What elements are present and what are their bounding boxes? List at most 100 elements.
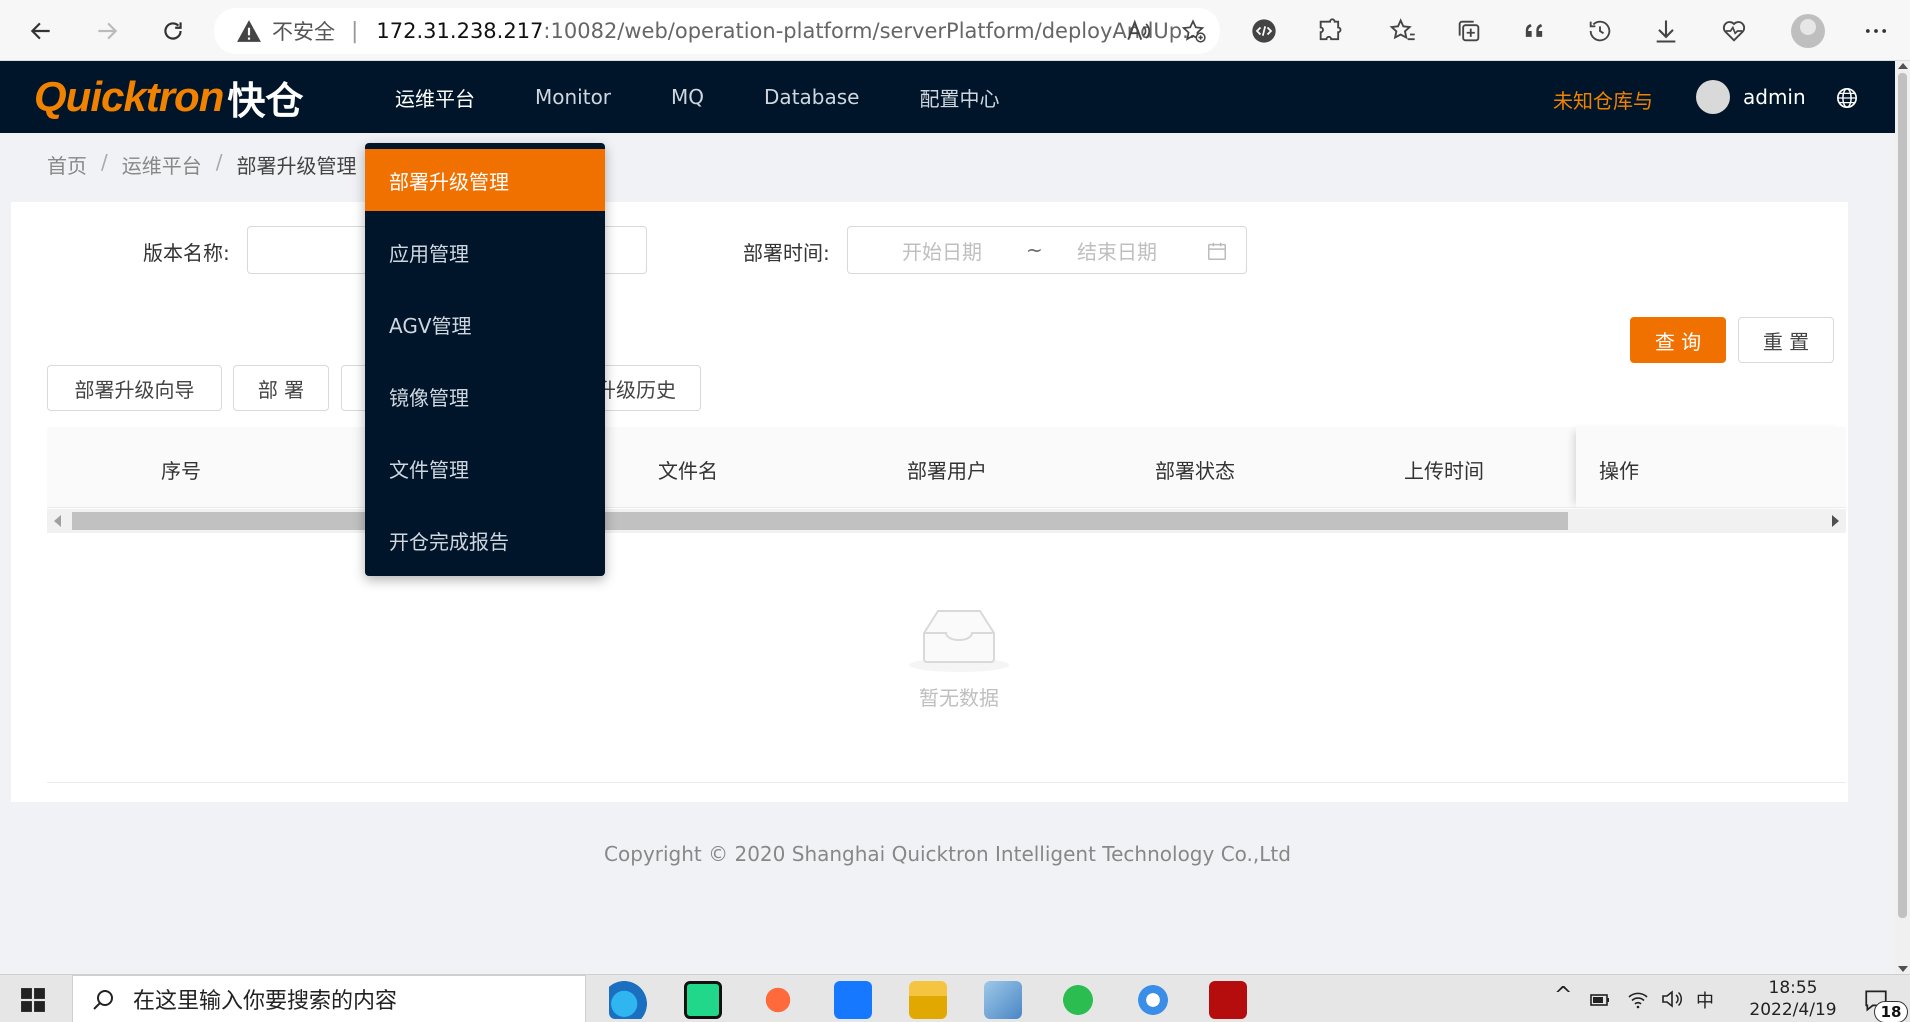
lark-icon[interactable] [834, 981, 872, 1019]
favorites-button[interactable] [1384, 12, 1422, 50]
read-aloud-button[interactable] [1121, 14, 1155, 48]
profile-avatar[interactable] [1791, 14, 1825, 48]
breadcrumb-separator: / [101, 150, 108, 174]
scroll-down-arrow[interactable] [1898, 966, 1908, 972]
taskbar-clock[interactable]: 18:55 2022/4/19 [1733, 977, 1853, 1021]
heartbeat-icon [1722, 21, 1746, 42]
quote-icon [1525, 24, 1543, 37]
fixed-column-header: 操作 [1576, 427, 1846, 508]
nav-config-center[interactable]: 配置中心 [919, 83, 999, 112]
warning-icon [237, 20, 261, 42]
page-scroll-thumb[interactable] [1898, 73, 1907, 918]
breadcrumb-home[interactable]: 首页 [47, 150, 87, 179]
username[interactable]: admin [1743, 85, 1806, 109]
performance-button[interactable] [1715, 12, 1753, 50]
windows-start-icon[interactable] [20, 987, 46, 1013]
copyright-text: Copyright © 2020 Shanghai Quicktron Inte… [604, 842, 1291, 866]
column-header-filename: 文件名 [658, 459, 718, 483]
notification-count-badge: 18 [1874, 1001, 1908, 1022]
wifi-icon[interactable] [1626, 987, 1650, 1011]
url-host: 172.31.238.217 [376, 19, 544, 43]
scroll-right-arrow[interactable] [1832, 515, 1839, 527]
scroll-left-arrow[interactable] [54, 515, 61, 527]
deploy-time-label: 部署时间: [743, 241, 830, 265]
collections-icon [1458, 20, 1480, 42]
taskbar-search-placeholder: 在这里输入你要搜索的内容 [133, 989, 398, 1014]
scroll-up-arrow[interactable] [1898, 63, 1908, 69]
green-app-icon[interactable] [1059, 981, 1097, 1019]
forward-button[interactable] [86, 10, 128, 52]
back-button[interactable] [20, 10, 62, 52]
user-avatar[interactable] [1696, 80, 1730, 114]
add-favorite-button[interactable] [1176, 14, 1210, 48]
deploy-button[interactable]: 部 署 [233, 365, 329, 411]
start-date-placeholder[interactable]: 开始日期 [902, 236, 982, 265]
menu-item-app-management[interactable]: 应用管理 [365, 221, 605, 283]
arrow-left-icon [30, 22, 50, 40]
nav-database[interactable]: Database [764, 85, 859, 109]
settings-more-button[interactable] [1857, 12, 1895, 50]
snail-app-icon[interactable] [759, 981, 797, 1019]
query-button[interactable]: 查 询 [1630, 317, 1726, 363]
notepad-icon[interactable] [984, 981, 1022, 1019]
nav-mq[interactable]: MQ [671, 85, 704, 109]
deploy-time-range[interactable]: 开始日期 ~ 结束日期 [847, 226, 1247, 274]
nav-monitor[interactable]: Monitor [535, 85, 611, 109]
address-bar[interactable]: 不安全 | 172.31.238.217 :10082/web/operatio… [214, 8, 1220, 54]
nav-ops-platform[interactable]: 运维平台 [395, 83, 475, 112]
file-explorer-icon[interactable] [909, 981, 947, 1019]
edge-browser-icon[interactable] [609, 981, 647, 1019]
empty-state-text: 暂无数据 [919, 686, 999, 710]
end-date-placeholder[interactable]: 结束日期 [1077, 236, 1157, 265]
favorites-icon [1389, 18, 1415, 41]
code-extension-icon [1252, 19, 1276, 43]
column-header-deploy-user: 部署用户 [907, 459, 987, 483]
menu-item-file-management[interactable]: 文件管理 [365, 437, 605, 499]
pycharm-icon[interactable] [684, 981, 722, 1019]
column-header-actions: 操作 [1599, 459, 1639, 483]
collections-button[interactable] [1450, 12, 1488, 50]
breadcrumb-current: 部署升级管理 [236, 154, 357, 178]
logo-latin: Quicktron [34, 73, 224, 120]
feather-app-icon[interactable] [1134, 981, 1172, 1019]
filezilla-icon[interactable] [1209, 981, 1247, 1019]
volume-icon[interactable] [1660, 987, 1684, 1011]
ime-indicator[interactable]: 中 [1696, 987, 1714, 1013]
refresh-button[interactable] [152, 10, 194, 52]
menu-item-agv-management[interactable]: AGV管理 [365, 293, 605, 355]
refresh-icon [164, 22, 182, 40]
reset-button[interactable]: 重 置 [1738, 317, 1834, 363]
menu-item-warehouse-report[interactable]: 开仓完成报告 [365, 509, 605, 571]
scroll-thumb[interactable] [72, 512, 1568, 530]
puzzle-icon [1319, 18, 1342, 41]
clock-date: 2022/4/19 [1749, 1000, 1837, 1020]
quote-extension-button[interactable] [1515, 12, 1553, 50]
quicktron-logo[interactable]: Quicktron 快仓 [34, 72, 303, 123]
extension-devtools-button[interactable] [1245, 12, 1283, 50]
column-header-deploy-status: 部署状态 [1155, 459, 1235, 483]
breadcrumb-ops[interactable]: 运维平台 [122, 150, 202, 179]
battery-icon[interactable] [1588, 987, 1612, 1011]
taskbar-search-input[interactable]: 在这里输入你要搜索的内容 [72, 975, 586, 1022]
column-header-upload-time: 上传时间 [1404, 459, 1484, 483]
star-add-icon [1181, 19, 1206, 43]
history-button[interactable] [1581, 12, 1619, 50]
breadcrumb: 首页 / 运维平台 / 部署升级管理 [47, 150, 357, 179]
downloads-button[interactable] [1647, 12, 1685, 50]
ops-platform-dropdown: 部署升级管理 应用管理 AGV管理 镜像管理 文件管理 开仓完成报告 [365, 143, 605, 576]
menu-item-deploy-upgrade[interactable]: 部署升级管理 [365, 149, 605, 211]
globe-icon[interactable] [1836, 87, 1858, 109]
read-aloud-icon [1127, 19, 1150, 41]
menu-item-image-management[interactable]: 镜像管理 [365, 365, 605, 427]
deploy-wizard-button[interactable]: 部署升级向导 [47, 365, 222, 411]
breadcrumb-separator: / [215, 150, 223, 174]
calendar-icon [1208, 242, 1226, 260]
arrow-right-icon [98, 22, 118, 40]
clock-time: 18:55 [1768, 978, 1818, 998]
page-vertical-scrollbar[interactable] [1895, 61, 1910, 974]
history-icon [1589, 20, 1611, 42]
table-horizontal-scrollbar[interactable] [47, 509, 1846, 533]
extensions-button[interactable] [1311, 12, 1349, 50]
tray-expand-icon[interactable]: ^ [1554, 983, 1572, 1008]
warehouse-selector[interactable]: 未知仓库与 [1553, 85, 1653, 114]
